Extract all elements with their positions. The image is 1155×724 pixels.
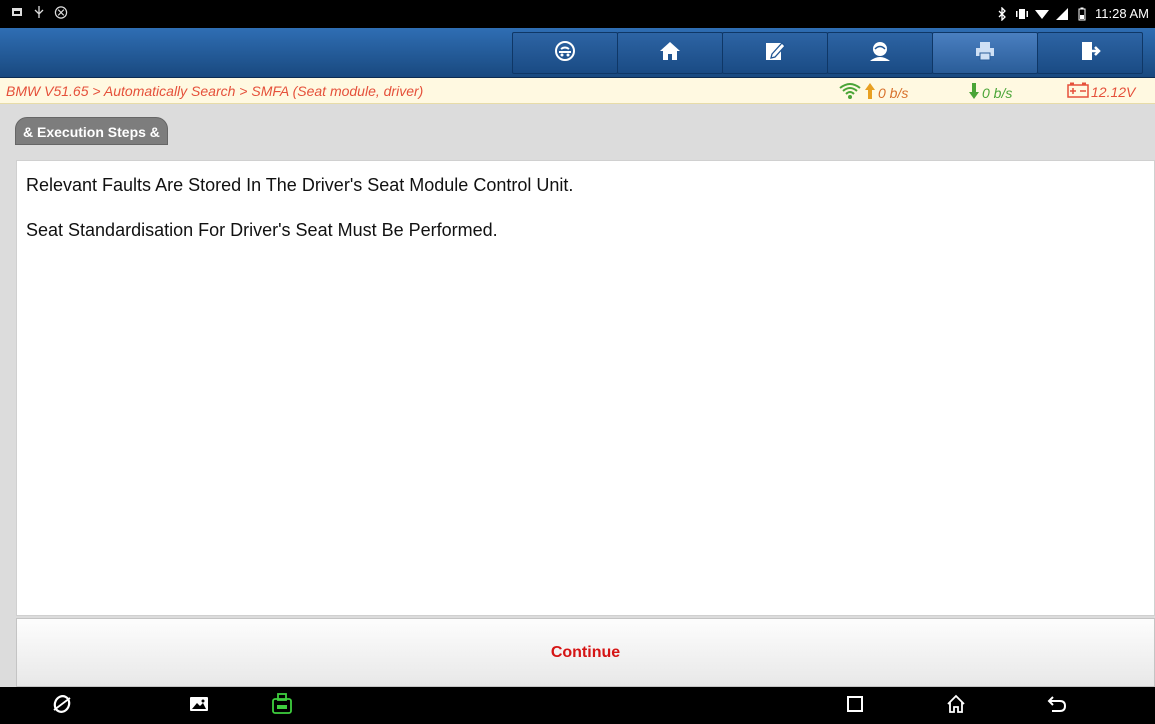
home-icon xyxy=(659,40,681,67)
back-button[interactable] xyxy=(1045,694,1069,718)
upload-value: 0 b/s xyxy=(878,84,909,101)
exit-button[interactable] xyxy=(1037,32,1143,74)
recents-button[interactable] xyxy=(843,694,867,718)
download-value: 0 b/s xyxy=(982,84,1013,101)
status-left-icons xyxy=(10,5,68,19)
gallery-icon xyxy=(189,695,209,718)
main-panel: & Execution Steps & Relevant Faults Are … xyxy=(0,104,1155,687)
wifi-signal-icon xyxy=(838,82,862,103)
support-icon xyxy=(868,40,892,67)
edit-report-button[interactable] xyxy=(722,32,828,74)
status-right-icons: 11:28 AM xyxy=(995,6,1149,21)
back-icon xyxy=(1047,695,1067,718)
vehicle-icon xyxy=(554,40,576,67)
upload-rate: 0 b/s xyxy=(838,82,908,103)
print-icon xyxy=(974,40,996,67)
car-battery-icon xyxy=(1067,82,1089,101)
status-bar: 11:28 AM xyxy=(0,0,1155,28)
settings-ring-icon xyxy=(54,5,68,19)
home-nav-button[interactable] xyxy=(944,694,968,718)
battery-value: 12.12V xyxy=(1091,83,1136,100)
message-line-1: Relevant Faults Are Stored In The Driver… xyxy=(26,175,574,195)
bluetooth-icon xyxy=(995,6,1009,21)
edit-report-icon xyxy=(764,40,786,67)
battery-icon xyxy=(1075,7,1089,21)
home-button[interactable] xyxy=(617,32,723,74)
vibrate-icon xyxy=(1015,7,1029,21)
message-area: Relevant Faults Are Stored In The Driver… xyxy=(16,160,1155,616)
wifi-icon xyxy=(1035,7,1050,21)
home-nav-icon xyxy=(946,694,966,719)
continue-button[interactable]: Continue xyxy=(16,618,1155,687)
print-button[interactable] xyxy=(932,32,1038,74)
notification-icon xyxy=(10,5,24,19)
execution-steps-tab: & Execution Steps & xyxy=(15,117,168,145)
continue-label: Continue xyxy=(550,643,621,661)
gallery-button[interactable] xyxy=(187,694,211,718)
top-toolbar xyxy=(0,28,1155,78)
download-rate: 0 b/s xyxy=(968,82,1012,103)
status-time: 11:28 AM xyxy=(1095,6,1149,21)
battery-voltage: 12.12V xyxy=(1067,82,1135,101)
upload-arrow-icon xyxy=(864,82,876,103)
vci-button[interactable] xyxy=(270,692,294,720)
browser-button[interactable] xyxy=(50,694,74,718)
download-arrow-icon xyxy=(968,82,980,103)
message-line-2: Seat Standardisation For Driver's Seat M… xyxy=(26,220,498,240)
support-button[interactable] xyxy=(827,32,933,74)
vci-icon xyxy=(270,692,294,720)
breadcrumb-bar: BMW V51.65 > Automatically Search > SMFA… xyxy=(0,78,1155,104)
usb-icon xyxy=(32,5,46,19)
recents-icon xyxy=(846,695,864,718)
breadcrumb: BMW V51.65 > Automatically Search > SMFA… xyxy=(6,83,424,99)
browser-icon xyxy=(51,693,73,720)
vehicle-button[interactable] xyxy=(512,32,618,74)
navigation-bar xyxy=(0,687,1155,724)
exit-icon xyxy=(1079,40,1101,67)
signal-icon xyxy=(1055,7,1069,21)
